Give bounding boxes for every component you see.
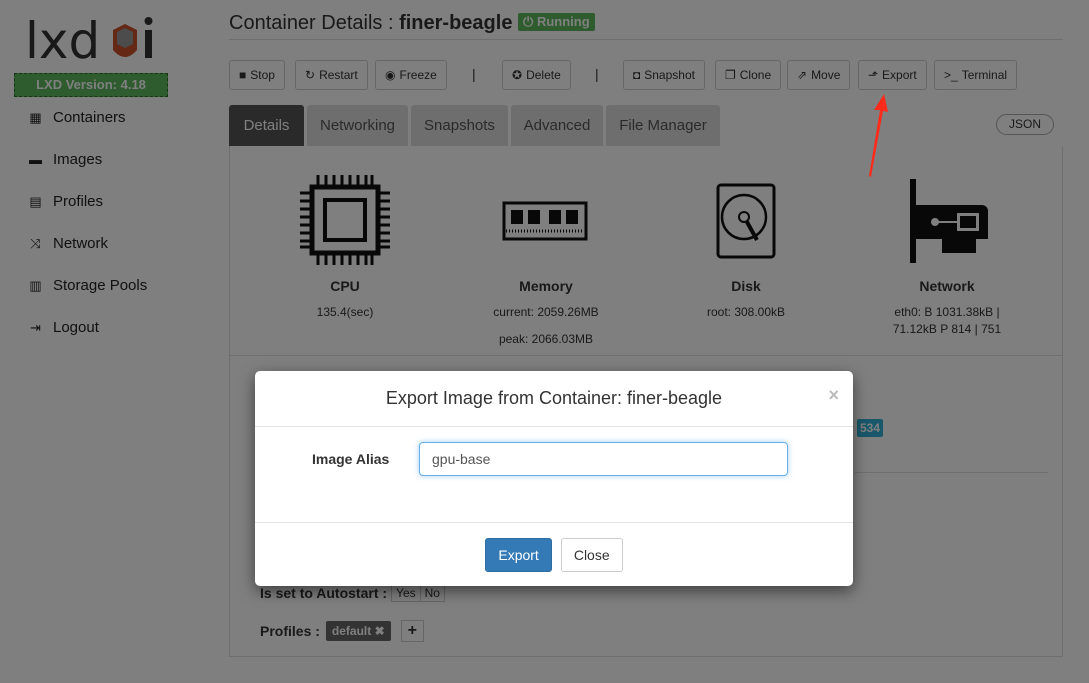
close-button[interactable]: Close [560, 537, 623, 572]
image-alias-label: Image Alias [312, 451, 390, 467]
image-alias-input[interactable] [419, 442, 788, 476]
modal-title: Export Image from Container: finer-beagl… [255, 371, 853, 427]
export-confirm-button[interactable]: Export [485, 537, 552, 572]
annotation-arrow-icon [869, 94, 888, 177]
export-image-modal: Export Image from Container: finer-beagl… [255, 371, 853, 586]
modal-footer: Export Close [255, 522, 853, 586]
close-icon[interactable]: × [828, 385, 839, 406]
